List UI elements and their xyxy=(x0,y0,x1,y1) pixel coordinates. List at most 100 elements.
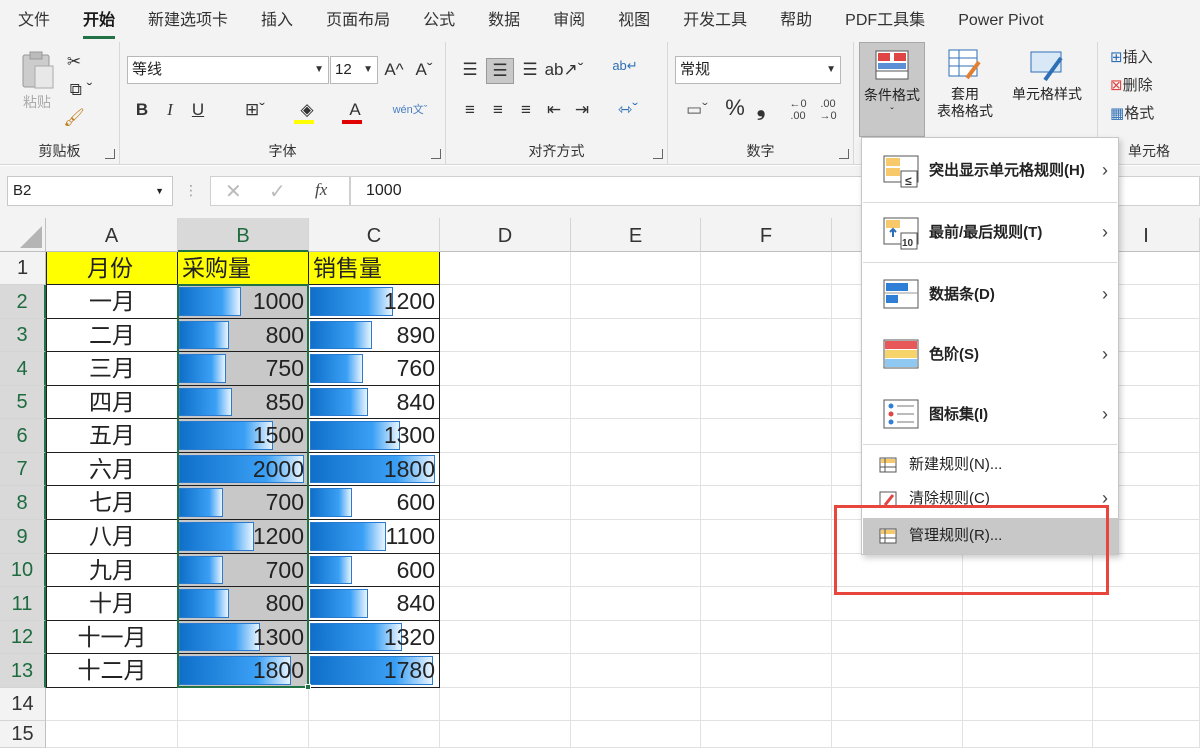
column-header-B[interactable]: B xyxy=(178,218,309,252)
conditional-formatting-button[interactable]: 条件格式 ˇ xyxy=(859,42,925,137)
month-cell[interactable]: 十一月 xyxy=(46,621,178,654)
shrink-font-button[interactable]: Aˇ xyxy=(412,58,436,82)
cell[interactable] xyxy=(963,688,1093,721)
header-cell[interactable]: 月份 xyxy=(46,252,178,285)
cell[interactable] xyxy=(571,453,701,486)
underline-button[interactable]: U xyxy=(188,98,208,122)
tab-7[interactable]: 审阅 xyxy=(553,0,585,42)
column-header-A[interactable]: A xyxy=(46,218,178,252)
alignment-launcher-icon[interactable] xyxy=(653,149,663,159)
format-painter-icon[interactable]: 🖌 xyxy=(62,106,86,130)
cell[interactable] xyxy=(178,721,309,748)
row-header-1[interactable]: 1 xyxy=(0,252,46,285)
cancel-icon[interactable]: ✕ xyxy=(225,179,242,204)
cell[interactable] xyxy=(440,688,571,721)
purchase-cell[interactable]: 2000 xyxy=(178,453,309,486)
sales-cell[interactable]: 600 xyxy=(309,554,440,587)
month-cell[interactable]: 一月 xyxy=(46,285,178,319)
purchase-cell[interactable]: 800 xyxy=(178,587,309,621)
font-color-icon[interactable]: A xyxy=(338,98,372,124)
wrap-text-icon[interactable]: ab↵ xyxy=(612,54,638,78)
row-header-6[interactable]: 6 xyxy=(0,419,46,453)
cell[interactable] xyxy=(46,721,178,748)
paste-button[interactable]: 粘贴 xyxy=(14,50,60,111)
italic-button[interactable]: I xyxy=(160,98,180,122)
cell[interactable] xyxy=(701,453,832,486)
cell[interactable] xyxy=(309,688,440,721)
purchase-cell[interactable]: 1200 xyxy=(178,520,309,554)
cell[interactable] xyxy=(701,688,832,721)
purchase-cell[interactable]: 750 xyxy=(178,352,309,386)
sales-cell[interactable]: 890 xyxy=(309,319,440,352)
fill-handle[interactable] xyxy=(305,684,311,690)
sales-cell[interactable]: 1100 xyxy=(309,520,440,554)
tab-8[interactable]: 视图 xyxy=(618,0,650,42)
purchase-cell[interactable]: 1800 xyxy=(178,654,309,688)
column-header-F[interactable]: F xyxy=(701,218,832,252)
cell[interactable] xyxy=(46,688,178,721)
cell[interactable] xyxy=(440,587,571,621)
format-as-table-button[interactable]: 套用 表格格式 xyxy=(930,48,1000,120)
sales-cell[interactable]: 760 xyxy=(309,352,440,386)
cell[interactable] xyxy=(440,319,571,352)
cell[interactable] xyxy=(571,386,701,419)
row-header-14[interactable]: 14 xyxy=(0,688,46,721)
sales-cell[interactable]: 600 xyxy=(309,486,440,520)
sales-cell[interactable]: 1780 xyxy=(309,654,440,688)
row-header-13[interactable]: 13 xyxy=(0,654,46,688)
font-size-select[interactable]: 12 ▼ xyxy=(330,56,378,84)
month-cell[interactable]: 十月 xyxy=(46,587,178,621)
number-format-select[interactable]: 常规 ▼ xyxy=(675,56,841,84)
align-right-icon[interactable]: ≡ xyxy=(514,98,538,122)
cell[interactable] xyxy=(963,621,1093,654)
cell[interactable] xyxy=(701,486,832,520)
cell[interactable] xyxy=(832,621,963,654)
column-header-C[interactable]: C xyxy=(309,218,440,252)
align-top-icon[interactable]: ☰ xyxy=(458,58,482,82)
number-launcher-icon[interactable] xyxy=(839,149,849,159)
decrease-indent-icon[interactable]: ⇤ xyxy=(542,98,566,122)
purchase-cell[interactable]: 700 xyxy=(178,554,309,587)
cell[interactable] xyxy=(832,721,963,748)
cell[interactable] xyxy=(440,654,571,688)
increase-decimal-icon[interactable]: ←0.00 xyxy=(786,98,810,122)
cell[interactable] xyxy=(440,386,571,419)
month-cell[interactable]: 十二月 xyxy=(46,654,178,688)
tab-10[interactable]: 帮助 xyxy=(780,0,812,42)
percent-button[interactable]: % xyxy=(724,96,746,120)
fill-color-icon[interactable]: ◈ xyxy=(290,98,324,124)
orientation-icon[interactable]: ab↗ˇ xyxy=(544,58,584,82)
month-cell[interactable]: 六月 xyxy=(46,453,178,486)
cell[interactable] xyxy=(701,252,832,285)
row-header-10[interactable]: 10 xyxy=(0,554,46,587)
cell[interactable] xyxy=(832,688,963,721)
cell[interactable] xyxy=(571,252,701,285)
cell[interactable] xyxy=(701,319,832,352)
cell[interactable] xyxy=(1093,721,1200,748)
font-launcher-icon[interactable] xyxy=(431,149,441,159)
cell[interactable] xyxy=(963,654,1093,688)
select-all-button[interactable] xyxy=(0,218,46,252)
cell[interactable] xyxy=(440,721,571,748)
row-header-5[interactable]: 5 xyxy=(0,386,46,419)
tab-9[interactable]: 开发工具 xyxy=(683,0,747,42)
clipboard-launcher-icon[interactable] xyxy=(105,149,115,159)
copy-icon[interactable]: ⧉ ˇ xyxy=(62,78,100,102)
currency-icon[interactable]: ▭ˇ xyxy=(678,98,716,122)
comma-button[interactable]: ❟ xyxy=(752,96,770,120)
increase-indent-icon[interactable]: ⇥ xyxy=(570,98,594,122)
row-header-15[interactable]: 15 xyxy=(0,721,46,748)
cell[interactable] xyxy=(701,621,832,654)
month-cell[interactable]: 九月 xyxy=(46,554,178,587)
cell[interactable] xyxy=(701,554,832,587)
tab-12[interactable]: Power Pivot xyxy=(958,0,1043,42)
cell[interactable] xyxy=(571,319,701,352)
insert-cells-button[interactable]: ⊞插入 xyxy=(1110,46,1190,70)
row-header-11[interactable]: 11 xyxy=(0,587,46,621)
purchase-cell[interactable]: 1000 xyxy=(178,285,309,319)
month-cell[interactable]: 五月 xyxy=(46,419,178,453)
menu-item-data-bars[interactable]: 数据条(D) › xyxy=(863,265,1118,325)
cell[interactable] xyxy=(701,352,832,386)
align-left-icon[interactable]: ≡ xyxy=(458,98,482,122)
cell[interactable] xyxy=(963,721,1093,748)
